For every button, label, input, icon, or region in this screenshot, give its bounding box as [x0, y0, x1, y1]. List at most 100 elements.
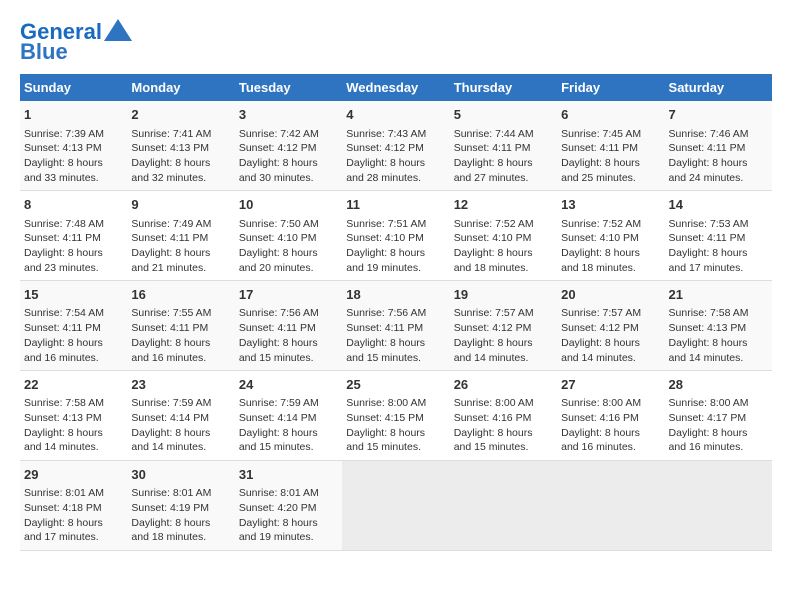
day-info: Sunrise: 7:49 AMSunset: 4:11 PMDaylight:…	[131, 217, 230, 276]
col-header-thursday: Thursday	[450, 74, 557, 101]
day-info: Sunrise: 7:42 AMSunset: 4:12 PMDaylight:…	[239, 127, 338, 186]
day-info: Sunrise: 8:01 AMSunset: 4:20 PMDaylight:…	[239, 486, 338, 545]
col-header-tuesday: Tuesday	[235, 74, 342, 101]
calendar-cell: 8Sunrise: 7:48 AMSunset: 4:11 PMDaylight…	[20, 191, 127, 281]
day-info: Sunrise: 8:01 AMSunset: 4:18 PMDaylight:…	[24, 486, 123, 545]
day-number: 7	[669, 106, 768, 124]
day-number: 1	[24, 106, 123, 124]
calendar-cell: 1Sunrise: 7:39 AMSunset: 4:13 PMDaylight…	[20, 101, 127, 190]
day-number: 2	[131, 106, 230, 124]
day-info: Sunrise: 7:48 AMSunset: 4:11 PMDaylight:…	[24, 217, 123, 276]
day-info: Sunrise: 7:58 AMSunset: 4:13 PMDaylight:…	[669, 306, 768, 365]
day-number: 30	[131, 466, 230, 484]
day-info: Sunrise: 7:56 AMSunset: 4:11 PMDaylight:…	[239, 306, 338, 365]
calendar-cell: 17 Sunrise: 7:56 AMSunset: 4:11 PMDayligh…	[235, 281, 342, 371]
col-header-monday: Monday	[127, 74, 234, 101]
day-info: Sunrise: 8:00 AMSunset: 4:15 PMDaylight:…	[346, 396, 445, 455]
day-number: 25	[346, 376, 445, 394]
day-number: 20	[561, 286, 660, 304]
day-info: Sunrise: 7:55 AMSunset: 4:11 PMDaylight:…	[131, 306, 230, 365]
calendar-cell	[342, 461, 449, 551]
calendar-week-row: 22Sunrise: 7:58 AMSunset: 4:13 PMDayligh…	[20, 371, 772, 461]
day-number: 6	[561, 106, 660, 124]
day-info: Sunrise: 7:54 AMSunset: 4:11 PMDaylight:…	[24, 306, 123, 365]
calendar-cell: 7 Sunrise: 7:46 AMSunset: 4:11 PMDaylight…	[665, 101, 772, 190]
calendar-week-row: 29 Sunrise: 8:01 AMSunset: 4:18 PMDayligh…	[20, 461, 772, 551]
day-number: 27	[561, 376, 660, 394]
day-number: 23	[131, 376, 230, 394]
day-info: Sunrise: 8:01 AMSunset: 4:19 PMDaylight:…	[131, 486, 230, 545]
day-number: 28	[669, 376, 768, 394]
day-number: 24	[239, 376, 338, 394]
calendar-cell: 2Sunrise: 7:41 AMSunset: 4:13 PMDaylight…	[127, 101, 234, 190]
col-header-wednesday: Wednesday	[342, 74, 449, 101]
page-header: General Blue	[20, 20, 772, 64]
day-number: 10	[239, 196, 338, 214]
day-number: 31	[239, 466, 338, 484]
day-info: Sunrise: 7:59 AMSunset: 4:14 PMDaylight:…	[239, 396, 338, 455]
day-info: Sunrise: 7:43 AMSunset: 4:12 PMDaylight:…	[346, 127, 445, 186]
day-number: 3	[239, 106, 338, 124]
calendar-cell: 10 Sunrise: 7:50 AMSunset: 4:10 PMDayligh…	[235, 191, 342, 281]
calendar-cell: 29 Sunrise: 8:01 AMSunset: 4:18 PMDayligh…	[20, 461, 127, 551]
calendar-cell: 30 Sunrise: 8:01 AMSunset: 4:19 PMDayligh…	[127, 461, 234, 551]
day-number: 14	[669, 196, 768, 214]
day-info: Sunrise: 7:46 AMSunset: 4:11 PMDaylight:…	[669, 127, 768, 186]
calendar-cell: 15 Sunrise: 7:54 AMSunset: 4:11 PMDayligh…	[20, 281, 127, 371]
day-info: Sunrise: 7:57 AMSunset: 4:12 PMDaylight:…	[454, 306, 553, 365]
col-header-sunday: Sunday	[20, 74, 127, 101]
day-info: Sunrise: 7:59 AMSunset: 4:14 PMDaylight:…	[131, 396, 230, 455]
calendar-cell: 11 Sunrise: 7:51 AMSunset: 4:10 PMDayligh…	[342, 191, 449, 281]
day-info: Sunrise: 7:51 AMSunset: 4:10 PMDaylight:…	[346, 217, 445, 276]
logo: General Blue	[20, 20, 132, 64]
day-info: Sunrise: 7:45 AMSunset: 4:11 PMDaylight:…	[561, 127, 660, 186]
day-number: 18	[346, 286, 445, 304]
calendar-cell: 24 Sunrise: 7:59 AMSunset: 4:14 PMDayligh…	[235, 371, 342, 461]
day-number: 15	[24, 286, 123, 304]
calendar-cell	[450, 461, 557, 551]
day-info: Sunrise: 8:00 AMSunset: 4:16 PMDaylight:…	[561, 396, 660, 455]
col-header-friday: Friday	[557, 74, 664, 101]
day-number: 9	[131, 196, 230, 214]
day-info: Sunrise: 7:50 AMSunset: 4:10 PMDaylight:…	[239, 217, 338, 276]
day-info: Sunrise: 7:53 AMSunset: 4:11 PMDaylight:…	[669, 217, 768, 276]
logo-blue-text: Blue	[20, 40, 68, 64]
day-number: 17	[239, 286, 338, 304]
day-info: Sunrise: 8:00 AMSunset: 4:17 PMDaylight:…	[669, 396, 768, 455]
day-number: 19	[454, 286, 553, 304]
day-info: Sunrise: 7:57 AMSunset: 4:12 PMDaylight:…	[561, 306, 660, 365]
calendar-cell: 26 Sunrise: 8:00 AMSunset: 4:16 PMDayligh…	[450, 371, 557, 461]
calendar-cell: 3 Sunrise: 7:42 AMSunset: 4:12 PMDaylight…	[235, 101, 342, 190]
day-info: Sunrise: 8:00 AMSunset: 4:16 PMDaylight:…	[454, 396, 553, 455]
calendar-cell: 9 Sunrise: 7:49 AMSunset: 4:11 PMDaylight…	[127, 191, 234, 281]
day-number: 21	[669, 286, 768, 304]
calendar-cell: 31 Sunrise: 8:01 AMSunset: 4:20 PMDayligh…	[235, 461, 342, 551]
calendar-cell	[665, 461, 772, 551]
calendar-cell: 28 Sunrise: 8:00 AMSunset: 4:17 PMDayligh…	[665, 371, 772, 461]
day-number: 11	[346, 196, 445, 214]
calendar-cell: 27 Sunrise: 8:00 AMSunset: 4:16 PMDayligh…	[557, 371, 664, 461]
calendar-cell: 23 Sunrise: 7:59 AMSunset: 4:14 PMDayligh…	[127, 371, 234, 461]
day-number: 13	[561, 196, 660, 214]
day-info: Sunrise: 7:52 AMSunset: 4:10 PMDaylight:…	[454, 217, 553, 276]
calendar-cell: 21 Sunrise: 7:58 AMSunset: 4:13 PMDayligh…	[665, 281, 772, 371]
day-info: Sunrise: 7:56 AMSunset: 4:11 PMDaylight:…	[346, 306, 445, 365]
calendar-cell: 4 Sunrise: 7:43 AMSunset: 4:12 PMDaylight…	[342, 101, 449, 190]
day-number: 29	[24, 466, 123, 484]
day-number: 12	[454, 196, 553, 214]
calendar-cell: 6 Sunrise: 7:45 AMSunset: 4:11 PMDaylight…	[557, 101, 664, 190]
calendar-header-row: SundayMondayTuesdayWednesdayThursdayFrid…	[20, 74, 772, 101]
day-number: 4	[346, 106, 445, 124]
calendar-cell: 25 Sunrise: 8:00 AMSunset: 4:15 PMDayligh…	[342, 371, 449, 461]
day-number: 5	[454, 106, 553, 124]
calendar-cell: 14 Sunrise: 7:53 AMSunset: 4:11 PMDayligh…	[665, 191, 772, 281]
calendar-cell: 18 Sunrise: 7:56 AMSunset: 4:11 PMDayligh…	[342, 281, 449, 371]
calendar-week-row: 1Sunrise: 7:39 AMSunset: 4:13 PMDaylight…	[20, 101, 772, 190]
calendar-table: SundayMondayTuesdayWednesdayThursdayFrid…	[20, 74, 772, 551]
calendar-cell: 20 Sunrise: 7:57 AMSunset: 4:12 PMDayligh…	[557, 281, 664, 371]
day-number: 26	[454, 376, 553, 394]
calendar-week-row: 15 Sunrise: 7:54 AMSunset: 4:11 PMDayligh…	[20, 281, 772, 371]
logo-icon	[104, 19, 132, 41]
day-number: 16	[131, 286, 230, 304]
calendar-cell: 13Sunrise: 7:52 AMSunset: 4:10 PMDayligh…	[557, 191, 664, 281]
